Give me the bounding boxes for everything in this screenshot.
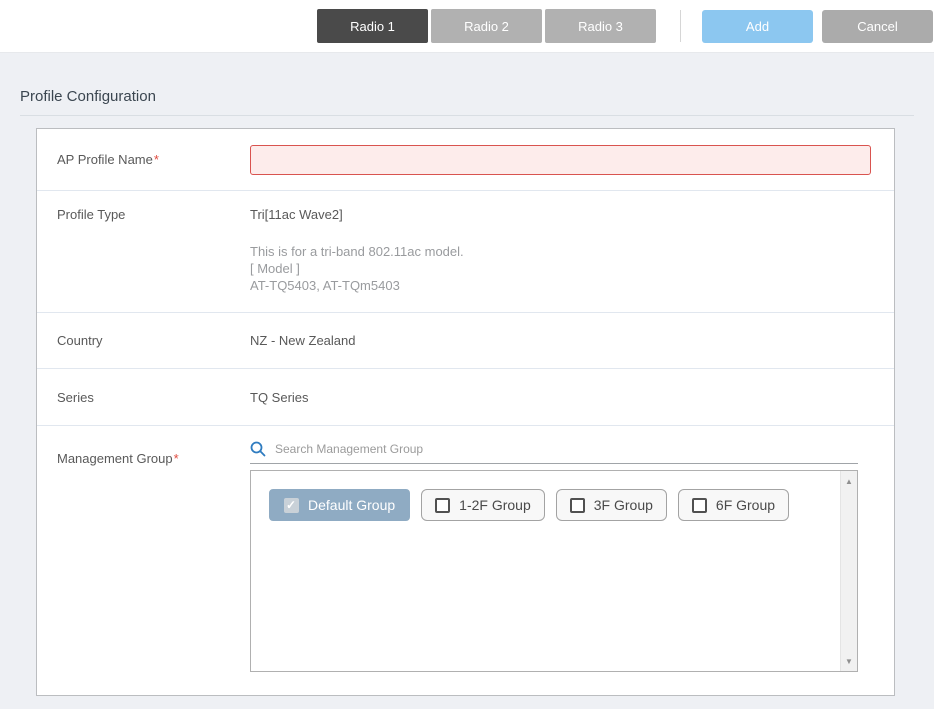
group-chip-label: Default Group <box>308 497 395 513</box>
group-chips: Default Group 1-2F Group 3F Group 6F Gro… <box>251 471 857 521</box>
management-group-list: Default Group 1-2F Group 3F Group 6F Gro… <box>250 470 858 672</box>
ap-profile-name-input[interactable] <box>250 145 871 175</box>
tab-radio-2[interactable]: Radio 2 <box>431 9 542 43</box>
form-row-series: Series TQ Series <box>37 369 894 426</box>
label-text: AP Profile Name <box>57 152 153 167</box>
profile-type-value-cell: Tri[11ac Wave2] This is for a tri-band 8… <box>250 191 894 312</box>
scroll-up-icon[interactable] <box>841 473 857 489</box>
form-row-profile-type: Profile Type Tri[11ac Wave2] This is for… <box>37 191 894 313</box>
checkbox-icon[interactable] <box>435 498 450 513</box>
required-asterisk: * <box>174 451 179 466</box>
tab-radio-3[interactable]: Radio 3 <box>545 9 656 43</box>
search-icon <box>250 441 266 457</box>
management-group-label: Management Group* <box>37 426 250 695</box>
series-value: TQ Series <box>250 390 894 405</box>
group-chip-label: 1-2F Group <box>459 497 531 513</box>
group-chip-default-group[interactable]: Default Group <box>269 489 410 521</box>
profile-configuration-panel: AP Profile Name* Profile Type Tri[11ac W… <box>36 128 895 696</box>
search-input[interactable] <box>275 442 858 456</box>
form-row-ap-profile-name: AP Profile Name* <box>37 129 894 191</box>
profile-type-label: Profile Type <box>37 191 250 312</box>
toolbar-divider <box>680 10 681 42</box>
country-label: Country <box>37 333 250 348</box>
checkbox-icon[interactable] <box>570 498 585 513</box>
toolbar: Radio 1 Radio 2 Radio 3 Add Cancel <box>0 0 934 53</box>
scroll-down-icon[interactable] <box>841 653 857 669</box>
checkbox-icon[interactable] <box>692 498 707 513</box>
radio-tab-group: Radio 1 Radio 2 Radio 3 <box>317 9 656 43</box>
ap-profile-name-label: AP Profile Name* <box>37 152 250 167</box>
tab-radio-1[interactable]: Radio 1 <box>317 9 428 43</box>
ap-profile-name-value-cell <box>250 145 894 175</box>
description-line: AT-TQ5403, AT-TQm5403 <box>250 277 871 294</box>
page-title: Profile Configuration <box>20 88 156 105</box>
title-divider <box>20 115 914 116</box>
group-chip-3f-group[interactable]: 3F Group <box>556 489 667 521</box>
profile-type-value: Tri[11ac Wave2] <box>250 207 871 222</box>
scrollbar[interactable] <box>840 471 857 671</box>
country-value: NZ - New Zealand <box>250 333 894 348</box>
description-line: [ Model ] <box>250 260 871 277</box>
group-chip-1-2f-group[interactable]: 1-2F Group <box>421 489 545 521</box>
management-group-value-cell: Default Group 1-2F Group 3F Group 6F Gro… <box>250 426 858 695</box>
required-asterisk: * <box>154 152 159 167</box>
description-line: This is for a tri-band 802.11ac model. <box>250 243 871 260</box>
series-label: Series <box>37 390 250 405</box>
profile-type-description: This is for a tri-band 802.11ac model. [… <box>250 243 871 294</box>
cancel-button[interactable]: Cancel <box>822 10 933 43</box>
group-chip-6f-group[interactable]: 6F Group <box>678 489 789 521</box>
group-chip-label: 6F Group <box>716 497 775 513</box>
form-row-management-group: Management Group* Default Group <box>37 426 894 695</box>
form-row-country: Country NZ - New Zealand <box>37 313 894 369</box>
action-buttons: Add Cancel <box>702 10 933 43</box>
label-text: Management Group <box>57 451 173 466</box>
add-button[interactable]: Add <box>702 10 813 43</box>
management-group-search <box>250 441 858 464</box>
checkbox-icon[interactable] <box>284 498 299 513</box>
group-chip-label: 3F Group <box>594 497 653 513</box>
